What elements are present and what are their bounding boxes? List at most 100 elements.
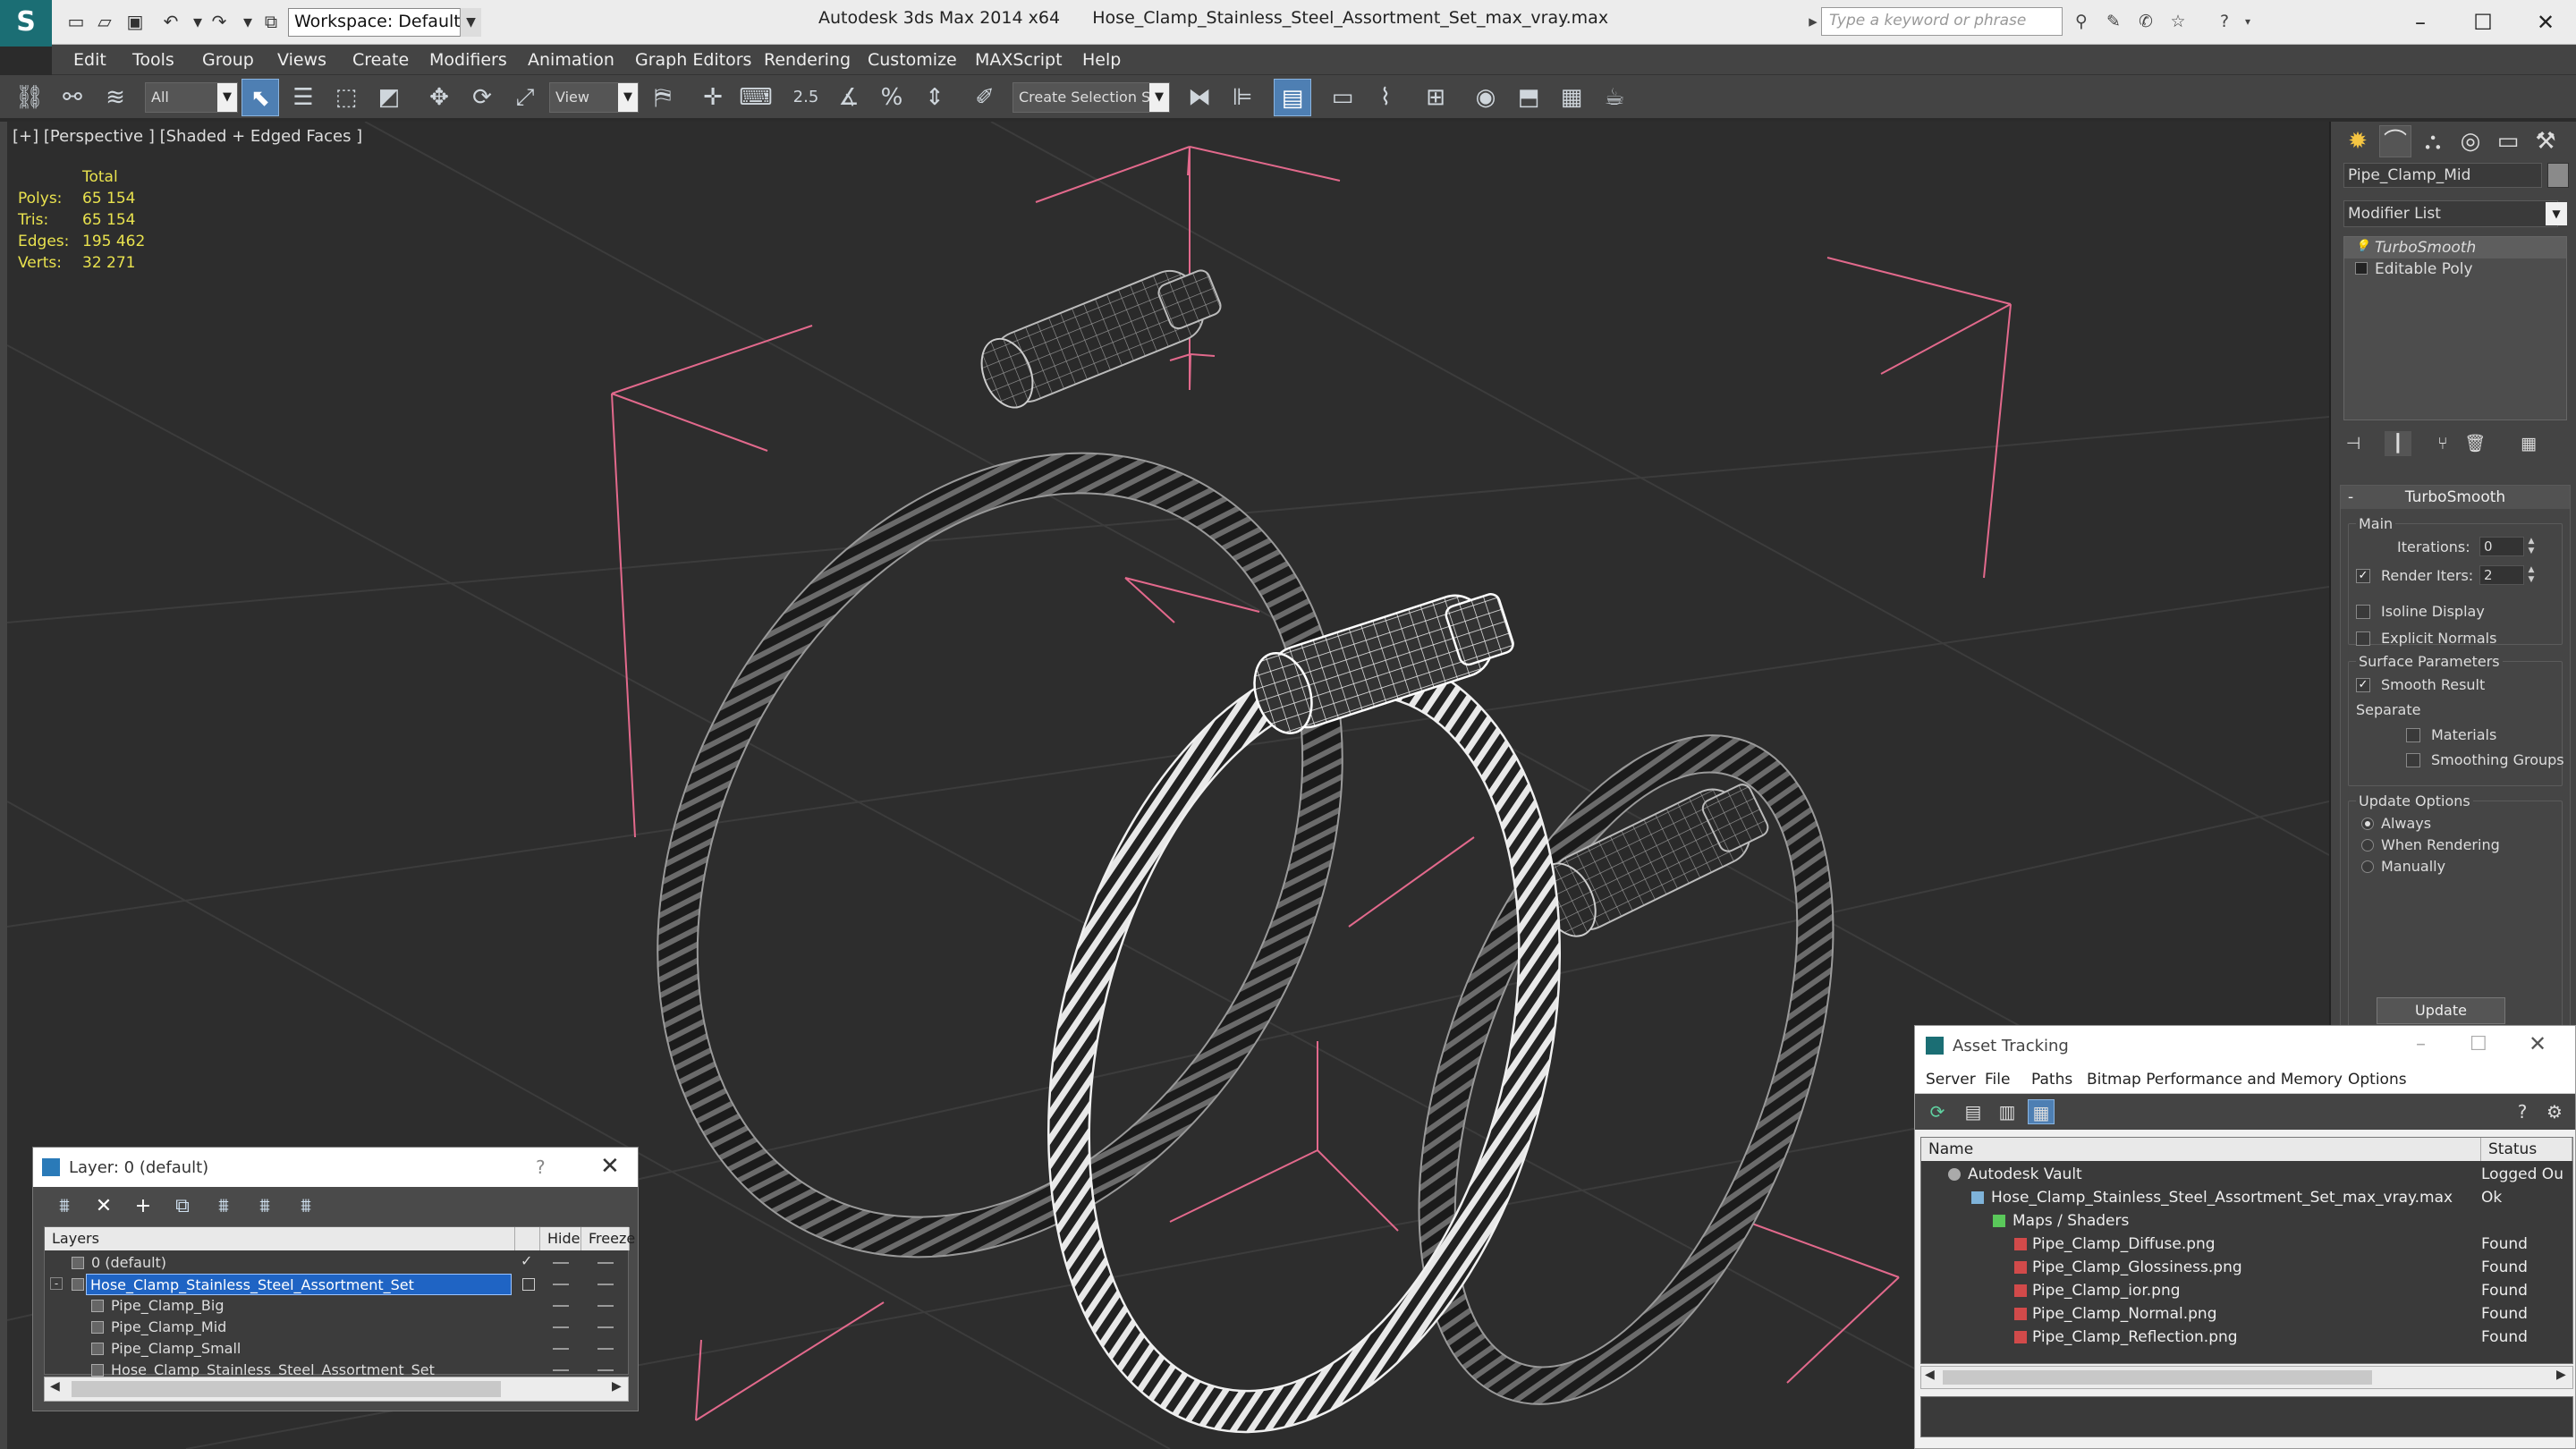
menu-customize[interactable]: Customize — [868, 50, 957, 70]
remove-modifier-icon[interactable]: 🗑 — [2462, 431, 2488, 456]
menu-create[interactable]: Create — [352, 50, 409, 70]
freeze-toggle[interactable] — [597, 1262, 614, 1264]
layer-dialog-titlebar[interactable]: Layer: 0 (default) ? ✕ — [33, 1148, 638, 1187]
help-button[interactable]: ? — [536, 1157, 546, 1178]
freeze-toggle[interactable] — [597, 1284, 614, 1285]
align-icon[interactable]: ⊫ — [1224, 79, 1261, 116]
configure-sets-icon[interactable]: ▦ — [2515, 431, 2542, 456]
help-icon[interactable]: ? — [2509, 1099, 2536, 1124]
scrollbar-thumb[interactable] — [1943, 1370, 2372, 1385]
menu-edit[interactable]: Edit — [73, 50, 106, 70]
maximize-button[interactable]: ☐ — [2456, 5, 2510, 39]
help-dropdown-icon[interactable]: ▾ — [2236, 10, 2259, 33]
hide-toggle[interactable] — [553, 1305, 569, 1307]
highlight-selected-icon[interactable]: ⩩ — [208, 1192, 239, 1221]
always-radio[interactable] — [2361, 818, 2374, 830]
collapse-minus-icon[interactable]: - — [50, 1277, 63, 1290]
create-layer-icon[interactable]: ⩩ — [49, 1192, 80, 1221]
new-file-icon[interactable]: ▭ — [64, 10, 88, 33]
workspace-dropdown-arrow-icon[interactable]: ▼ — [460, 8, 481, 37]
status-column-header[interactable]: Status — [2481, 1138, 2572, 1161]
freeze-toggle[interactable] — [597, 1305, 614, 1307]
scroll-left-icon[interactable]: ◀ — [1925, 1368, 1935, 1382]
spinner-arrows-icon[interactable]: ▲ ▼ — [2526, 537, 2537, 556]
keyboard-shortcut-override-icon[interactable]: ⌨ — [737, 79, 775, 116]
table-view-icon[interactable]: ▦ — [2028, 1099, 2055, 1124]
hide-toggle[interactable] — [553, 1369, 569, 1371]
asset-dialog-titlebar[interactable]: Asset Tracking – ☐ ✕ — [1915, 1026, 2575, 1065]
asset-row[interactable]: Autodesk Vault Logged Ou — [1921, 1163, 2572, 1186]
display-tab-icon[interactable]: ▭ — [2492, 125, 2524, 157]
viewport-label[interactable]: [+] [Perspective ] [Shaded + Edged Faces… — [13, 127, 362, 146]
chevron-down-icon[interactable]: ▼ — [2546, 202, 2567, 225]
update-button[interactable]: Update — [2377, 997, 2505, 1024]
collapse-icon[interactable]: - — [2348, 486, 2353, 509]
layer-row[interactable]: Pipe_Clamp_Small — [45, 1338, 628, 1360]
material-editor-icon[interactable]: ◉ — [1467, 79, 1504, 116]
asset-menu-file[interactable]: File — [1985, 1071, 2010, 1089]
layer-row[interactable]: 0 (default) ✓ — [45, 1252, 628, 1274]
scrollbar-thumb[interactable] — [72, 1381, 501, 1397]
smoothing-groups-checkbox[interactable] — [2406, 753, 2420, 767]
show-end-result-icon[interactable]: ┃ — [2385, 431, 2411, 456]
open-file-icon[interactable]: ▱ — [93, 10, 116, 33]
menu-maxscript[interactable]: MAXScript — [975, 50, 1063, 70]
hide-all-layers-icon[interactable]: ⩩ — [250, 1192, 280, 1221]
hide-column-header[interactable]: Hide — [540, 1227, 581, 1250]
move-icon[interactable]: ✥ — [420, 79, 458, 116]
pin-stack-icon[interactable]: ⊣ — [2340, 431, 2367, 456]
unlink-icon[interactable]: ⚯ — [54, 79, 91, 116]
hide-toggle[interactable] — [553, 1326, 569, 1328]
stack-item-turbosmooth[interactable]: 💡 TurboSmooth — [2344, 237, 2566, 258]
asset-row[interactable]: Pipe_Clamp_Reflection.png Found — [1921, 1326, 2572, 1349]
angle-snap-icon[interactable]: ∡ — [830, 79, 868, 116]
selection-filter-dropdown[interactable]: All ▼ — [145, 82, 238, 113]
rendered-frame-window-icon[interactable]: ▦ — [1553, 79, 1590, 116]
asset-horizontal-scrollbar[interactable]: ◀ ▶ — [1920, 1366, 2573, 1389]
add-to-layer-icon[interactable]: + — [128, 1192, 158, 1221]
name-column-header[interactable]: Name — [1921, 1138, 2481, 1161]
layer-row[interactable]: Pipe_Clamp_Mid — [45, 1317, 628, 1338]
select-and-link-icon[interactable]: ⛓ — [11, 79, 48, 116]
graphite-ribbon-icon[interactable]: ▭ — [1324, 79, 1361, 116]
reference-coordinate-dropdown[interactable]: View ▼ — [549, 82, 639, 113]
materials-checkbox[interactable] — [2406, 728, 2420, 742]
named-selection-set-dropdown[interactable]: Create Selection Se ▼ — [1013, 82, 1170, 113]
delete-layer-icon[interactable]: ✕ — [89, 1192, 119, 1221]
close-button[interactable]: ✕ — [2529, 1031, 2546, 1056]
when-rendering-radio[interactable] — [2361, 839, 2374, 852]
layer-horizontal-scrollbar[interactable]: ◀ ▶ — [44, 1377, 629, 1402]
layer-manager-icon[interactable]: ▤ — [1274, 79, 1311, 116]
render-setup-icon[interactable]: ⬒ — [1510, 79, 1547, 116]
spinner-snap-icon[interactable]: ⇕ — [916, 79, 953, 116]
project-folder-icon[interactable]: ⧉ — [259, 10, 283, 33]
pivot-center-icon[interactable]: ⛿ — [644, 79, 682, 116]
modifier-stack[interactable]: 💡 TurboSmooth Editable Poly — [2343, 236, 2567, 420]
current-layer-box[interactable] — [522, 1278, 535, 1291]
scroll-right-icon[interactable]: ▶ — [2556, 1368, 2566, 1382]
vault-settings-icon[interactable]: ⚙ — [2541, 1099, 2568, 1124]
bulb-icon[interactable]: 💡 — [2355, 241, 2369, 253]
menu-views[interactable]: Views — [277, 50, 326, 70]
asset-menu-server[interactable]: Server — [1926, 1071, 1976, 1089]
rectangular-selection-icon[interactable]: ⬚ — [327, 79, 365, 116]
curve-editor-icon[interactable]: ⌇ — [1367, 79, 1404, 116]
object-color-swatch[interactable] — [2547, 163, 2569, 188]
undo-icon[interactable]: ↶ — [159, 10, 182, 33]
render-production-icon[interactable]: ☕ — [1596, 79, 1633, 116]
search-input[interactable]: Type a keyword or phrase — [1821, 7, 2063, 36]
select-object-icon[interactable]: ⬉ — [242, 79, 279, 116]
rotate-icon[interactable]: ⟳ — [463, 79, 501, 116]
isoline-display-checkbox[interactable] — [2356, 605, 2370, 619]
menu-group[interactable]: Group — [202, 50, 254, 70]
asset-menu-paths[interactable]: Paths — [2031, 1071, 2072, 1089]
menu-rendering[interactable]: Rendering — [764, 50, 851, 70]
scroll-left-icon[interactable]: ◀ — [50, 1379, 60, 1394]
spinner-arrows-icon[interactable]: ▲ ▼ — [2526, 565, 2537, 585]
select-by-name-icon[interactable]: ☰ — [284, 79, 322, 116]
favorites-star-icon[interactable]: ☆ — [2166, 10, 2190, 33]
hide-toggle[interactable] — [553, 1262, 569, 1264]
select-manipulate-icon[interactable]: ✛ — [694, 79, 732, 116]
freeze-column-header[interactable]: Freeze — [581, 1227, 635, 1250]
minimize-button[interactable]: – — [2416, 1033, 2426, 1055]
